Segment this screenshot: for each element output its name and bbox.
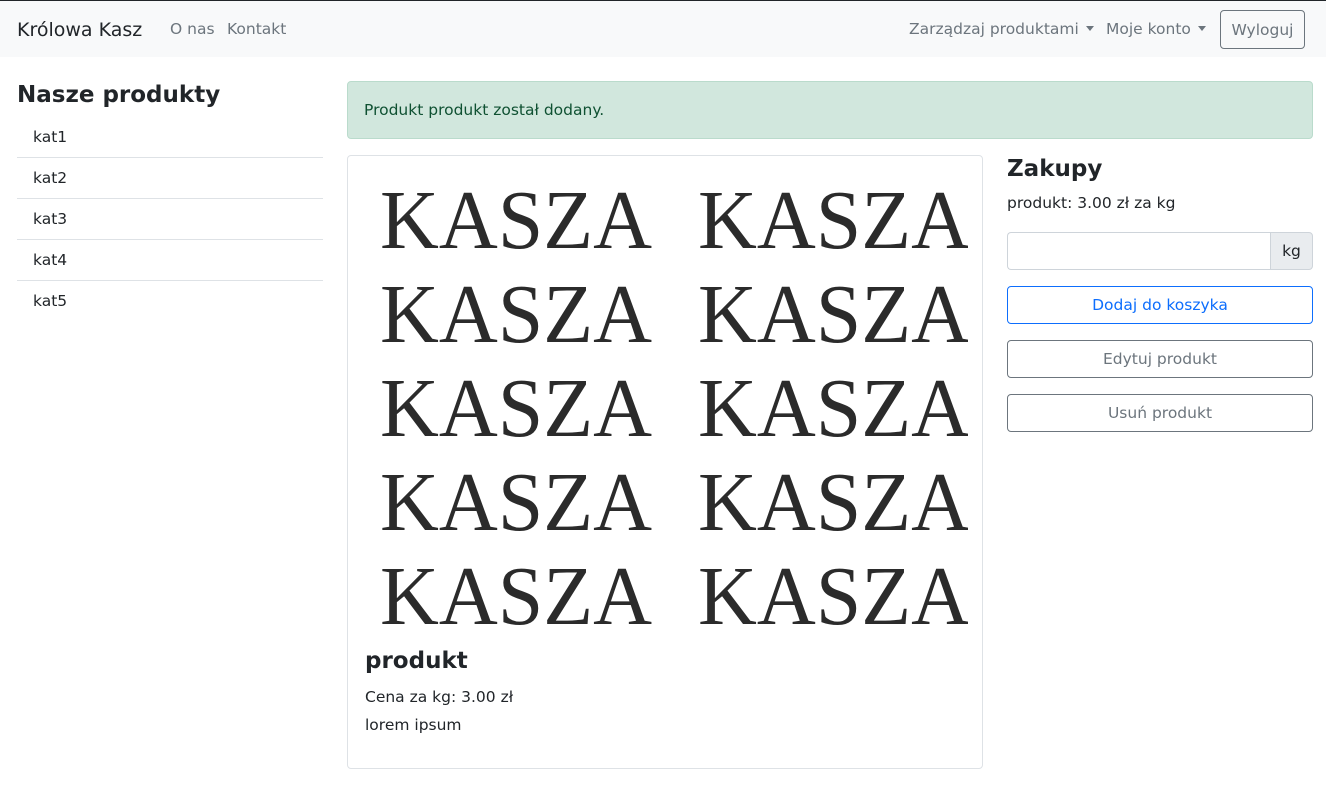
caret-down-icon [1085,26,1094,31]
kasza-text: KASZA [380,174,652,267]
product-price: Cena za kg: 3.00 zł [365,688,514,706]
unit-label: kg [1270,232,1313,270]
product-card: KASZA KASZA KASZA KASZA KASZA KASZA KASZ… [347,155,983,769]
kasza-text: KASZA [380,362,652,455]
nav-link-about[interactable]: O nas [170,20,215,38]
navbar: Królowa Kasz O nas Kontakt Zarządzaj pro… [0,0,1326,57]
success-alert: Produkt produkt został dodany. [347,81,1313,139]
manage-products-dropdown[interactable]: Zarządzaj produktami [909,20,1094,38]
add-to-cart-button[interactable]: Dodaj do koszyka [1007,286,1313,324]
kasza-text: KASZA [698,268,968,361]
category-item[interactable]: kat3 [17,199,323,240]
product-name: produkt [365,648,468,674]
category-item[interactable]: kat2 [17,158,323,199]
kasza-text: KASZA [380,456,652,549]
category-list: kat1 kat2 kat3 kat4 kat5 [17,117,323,322]
edit-product-button[interactable]: Edytuj produkt [1007,340,1313,378]
kasza-text: KASZA [698,456,968,549]
kasza-text: KASZA [698,550,968,632]
product-description: lorem ipsum [365,716,462,734]
my-account-label: Moje konto [1106,20,1191,38]
kasza-text: KASZA [698,174,968,267]
my-account-dropdown[interactable]: Moje konto [1106,20,1206,38]
logout-button[interactable]: Wyloguj [1220,10,1305,49]
quantity-input[interactable] [1007,232,1270,270]
sidebar-title: Nasze produkty [17,82,221,108]
purchase-info: produkt: 3.00 zł za kg [1007,194,1176,212]
category-item[interactable]: kat4 [17,240,323,281]
caret-down-icon [1197,26,1206,31]
nav-link-contact[interactable]: Kontakt [227,20,286,38]
delete-product-button[interactable]: Usuń produkt [1007,394,1313,432]
category-item[interactable]: kat5 [17,281,323,322]
brand-link[interactable]: Królowa Kasz [17,19,142,41]
kasza-text: KASZA [698,362,968,455]
kasza-text: KASZA [380,268,652,361]
kasza-text: KASZA [380,550,652,632]
quantity-group: kg [1007,232,1313,270]
purchase-title: Zakupy [1007,156,1103,182]
category-item[interactable]: kat1 [17,117,323,158]
manage-products-label: Zarządzaj produktami [909,20,1079,38]
product-image: KASZA KASZA KASZA KASZA KASZA KASZA KASZ… [364,170,968,632]
